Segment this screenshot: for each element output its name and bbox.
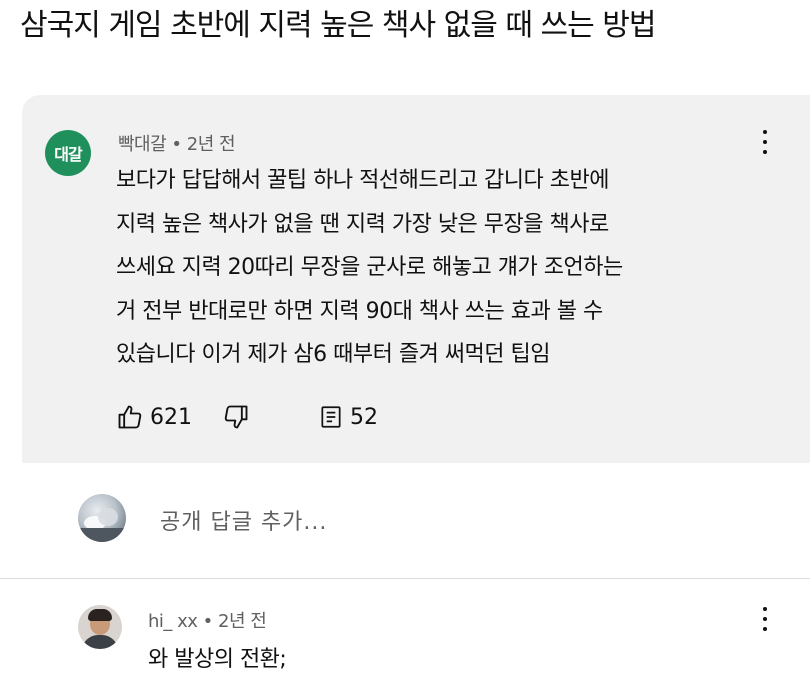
- like-count: 621: [150, 404, 192, 430]
- comment-body: 보다가 답답해서 꿀팁 하나 적선해드리고 갑니다 초반에 지력 높은 책사가 …: [116, 159, 786, 377]
- comment-author-name[interactable]: 빡대갈: [118, 134, 167, 155]
- comment-line: 쓰세요 지력 20따리 무장을 군사로 해놓고 걔가 조언하는: [116, 255, 623, 280]
- post-title: 삼국지 게임 초반에 지력 높은 책사 없을 때 쓰는 방법: [20, 8, 656, 43]
- meta-separator: •: [197, 611, 218, 632]
- divider: [0, 578, 810, 579]
- dislike-button[interactable]: [222, 400, 250, 434]
- reply-time[interactable]: 2년 전: [218, 611, 267, 632]
- meta-separator: •: [166, 134, 187, 155]
- current-user-avatar: [78, 494, 126, 542]
- add-reply-input[interactable]: 공개 답글 추가...: [160, 504, 327, 536]
- reply-meta: hi_ xx • 2년 전: [148, 607, 267, 633]
- reply-more-icon[interactable]: [758, 607, 772, 631]
- comment-time[interactable]: 2년 전: [187, 134, 236, 155]
- thumbs-down-icon: [222, 403, 250, 431]
- comment-meta: 빡대갈 • 2년 전: [118, 130, 236, 156]
- reply-text: 와 발상의 전환;: [148, 647, 287, 672]
- reply-author-avatar[interactable]: [78, 605, 122, 649]
- comment-line: 거 전부 반대로만 하면 지력 90대 책사 쓰는 효과 볼 수: [116, 298, 603, 324]
- comment-more-icon[interactable]: [758, 130, 772, 154]
- like-button[interactable]: 621: [116, 400, 192, 434]
- comment-line: 있습니다 이거 제가 삼6 때부터 즐겨 써먹던 팁임: [116, 342, 551, 367]
- comment-author-avatar[interactable]: 대갈: [45, 130, 91, 176]
- thumbs-up-icon: [116, 403, 144, 431]
- comment-line: 지력 높은 책사가 없을 땐 지력 가장 낮은 무장을 책사로: [116, 211, 609, 237]
- reply-count: 52: [350, 404, 378, 430]
- replies-button[interactable]: 52: [318, 400, 378, 434]
- comment-line: 보다가 답답해서 꿀팁 하나 적선해드리고 갑니다 초반에: [116, 168, 609, 193]
- reply-count-icon: [318, 404, 344, 430]
- reply-author-name[interactable]: hi_ xx: [148, 611, 198, 632]
